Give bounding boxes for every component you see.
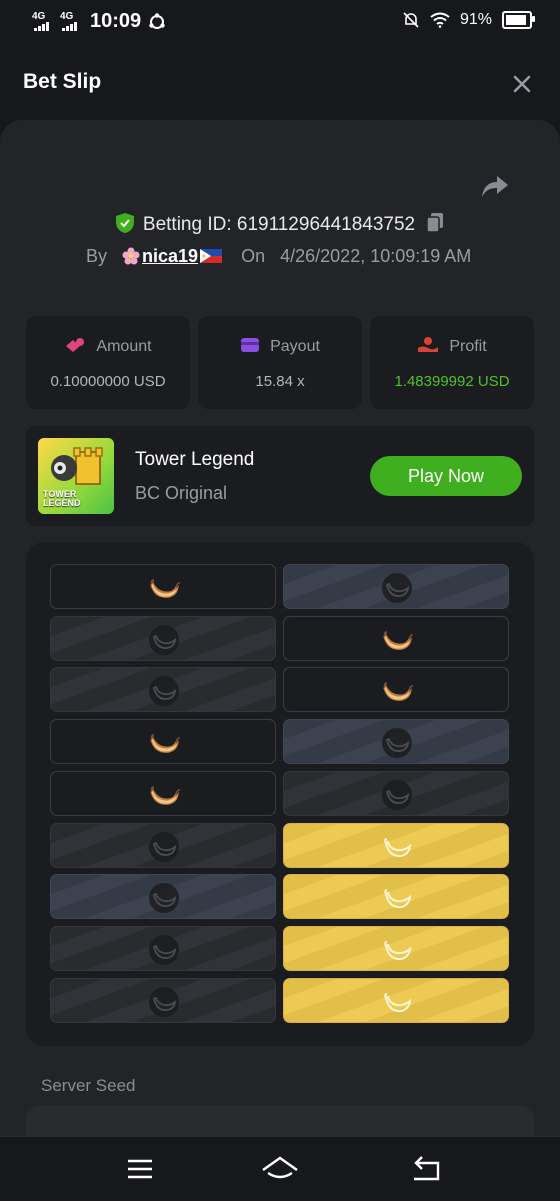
thumb-text-2: LEGEND [43,498,81,508]
tower-cell-hidden [50,977,276,1023]
tower-cell-picked [50,874,276,920]
banana-outline-icon [380,726,414,760]
signal-icon: 4G [60,11,82,33]
on-label: On [241,246,266,266]
tower-cell-banana [50,770,276,816]
username: nica19 [142,246,199,266]
tower-cell-picked [283,564,509,609]
tower-cell-banana [50,719,276,765]
philippines-flag-icon [200,249,223,263]
home-icon[interactable] [260,1151,300,1187]
header: Bet Slip [0,44,560,120]
payout-card: Payout 15.84 x [198,316,362,409]
banana-outline-icon [380,830,414,864]
tower-cell-hidden [50,822,276,868]
amount-value: 0.10000000 USD [50,373,166,390]
banana-outline-icon [147,933,181,967]
mute-bell-icon [403,12,419,28]
copy-icon[interactable] [425,212,445,234]
flower-icon [122,247,140,265]
clock: 10:09 [90,10,142,32]
banana-outline-icon [380,881,414,915]
tower-cell-gold [283,977,509,1023]
banana-outline-icon [147,985,181,1019]
banana-outline-icon [147,674,181,708]
bet-date: 4/26/2022, 10:09:19 AM [280,246,472,266]
tower-cell-banana [50,564,276,609]
page-title: Bet Slip [23,70,102,93]
tower-cell-hidden [50,615,276,661]
signal-icon: 4G [32,11,54,33]
bet-byline: By nica19 On 4/26/2022, 10:09:19 AM [86,246,471,267]
banana-outline-icon [380,985,414,1019]
tower-cell-hidden [283,770,509,816]
tower-cell-picked [283,719,509,765]
banana-outline-icon [147,830,181,864]
banana-icon [147,778,181,812]
payout-label: Payout [270,338,320,355]
system-nav-bar [0,1136,560,1201]
status-bar: 4G 4G 10:09 91% [0,0,560,44]
tower-cell-gold [283,874,509,920]
tower-cell-gold [283,925,509,971]
server-seed-label: Server Seed [41,1076,136,1095]
tower-cell-hidden [50,667,276,713]
amount-label: Amount [96,338,152,355]
share-icon[interactable] [480,172,510,200]
menu-icon[interactable] [120,1151,160,1187]
battery-icon [502,11,535,29]
betting-id: Betting ID: 61911296441843752 [142,214,416,235]
play-now-button[interactable]: Play Now [370,456,522,496]
banana-outline-icon [380,933,414,967]
wallet-icon [241,338,260,352]
profit-card: Profit 1.48399992 USD [370,316,534,409]
banana-icon [147,571,181,605]
hand-coin-icon [418,337,439,352]
tower-cell-banana [283,667,509,713]
banana-icon [147,726,181,760]
sync-icon [149,12,165,29]
betting-id-row: Betting ID: 61911296441843752 [0,212,560,236]
amount-card: Amount 0.10000000 USD [26,316,190,409]
tower-cell-banana [283,615,509,661]
by-label: By [86,246,108,266]
banana-outline-icon [147,623,181,657]
tower-cell-gold [283,822,509,868]
tower-board [26,542,534,1046]
coins-icon [66,338,85,352]
battery-percent: 91% [459,11,492,28]
username-link[interactable]: nica19 [122,246,223,266]
banana-icon [380,623,414,657]
payout-value: 15.84 x [255,373,305,390]
banana-icon [380,674,414,708]
game-provider: BC Original [135,483,228,503]
game-card: TOWER LEGEND Tower Legend BC Original Pla… [26,426,534,526]
tower-cell-hidden [50,925,276,971]
close-icon[interactable] [508,70,536,98]
profit-label: Profit [449,338,487,355]
back-icon[interactable] [406,1151,446,1187]
banana-outline-icon [380,571,414,605]
game-name: Tower Legend [135,449,255,470]
profit-value: 1.48399992 USD [394,373,510,390]
game-thumbnail[interactable]: TOWER LEGEND [38,438,114,514]
banana-outline-icon [380,778,414,812]
verified-shield-icon [115,213,134,233]
wifi-icon [430,12,450,28]
network-type: 4G [60,10,74,22]
banana-outline-icon [147,881,181,915]
network-type: 4G [32,10,46,22]
